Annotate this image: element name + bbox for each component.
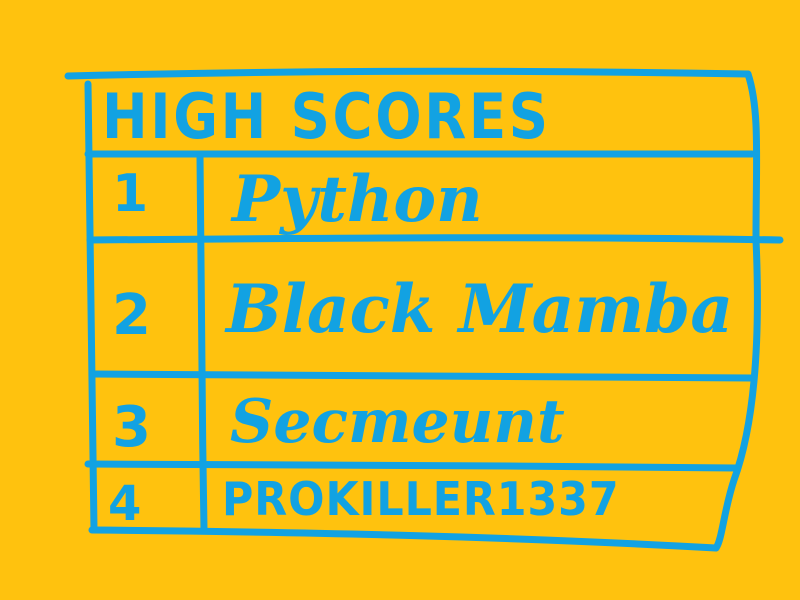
player-name-2: Black Mamba xyxy=(226,270,734,348)
rank-column-divider xyxy=(196,152,208,534)
high-scores-title: HIGH SCORES xyxy=(102,80,551,153)
frame-bottom-border xyxy=(88,526,720,552)
rank-1: 1 xyxy=(112,164,149,224)
rank-3: 3 xyxy=(112,395,151,460)
player-name-4: PROKILLER1337 xyxy=(222,472,620,526)
player-name-3: Secmeunt xyxy=(230,387,565,457)
rank-4: 4 xyxy=(108,476,142,532)
row-divider-3 xyxy=(84,460,740,472)
frame-top-border xyxy=(64,67,752,80)
row-divider-2 xyxy=(88,370,756,382)
high-scores-screen: { "title": "HIGH SCORES", "ink_color": "… xyxy=(0,0,800,600)
player-name-1: Python xyxy=(232,162,483,237)
rank-2: 2 xyxy=(112,283,151,348)
row-divider-1 xyxy=(86,234,784,244)
